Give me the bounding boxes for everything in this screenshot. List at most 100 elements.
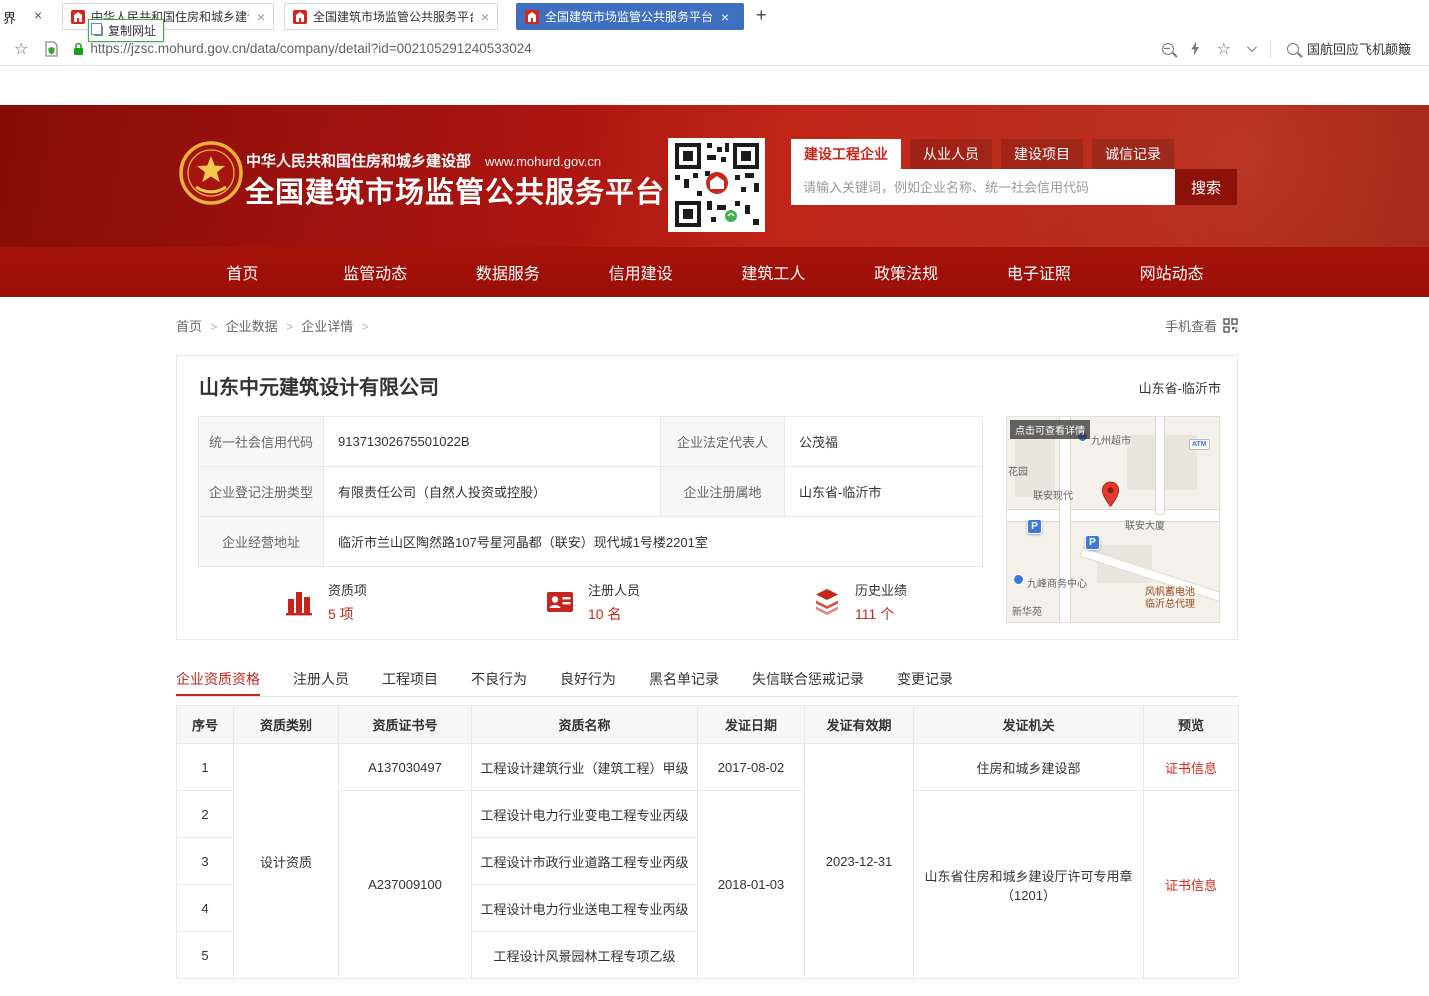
certificate-info-link[interactable]: 证书信息: [1165, 761, 1217, 776]
keyword-search-input[interactable]: [791, 169, 1175, 205]
search-button[interactable]: 搜索: [1175, 169, 1237, 205]
nav-item-e-license[interactable]: 电子证照: [973, 247, 1106, 297]
search-tab-personnel[interactable]: 从业人员: [910, 139, 992, 169]
nav-item-credit[interactable]: 信用建设: [574, 247, 707, 297]
search-tab-enterprise[interactable]: 建设工程企业: [791, 139, 901, 169]
tab-bad-behavior[interactable]: 不良行为: [471, 664, 527, 696]
tab-good-behavior[interactable]: 良好行为: [560, 664, 616, 696]
nav-item-workers[interactable]: 建筑工人: [707, 247, 840, 297]
browser-tab-3-active[interactable]: 全国建筑市场监管公共服务平台: [516, 3, 744, 30]
zoom-out-icon[interactable]: [1162, 43, 1174, 55]
cell-seq: 3: [177, 838, 234, 885]
reg-type-label: 企业登记注册类型: [199, 467, 324, 517]
tab-blacklist[interactable]: 黑名单记录: [649, 664, 719, 696]
header-search: 建设工程企业 从业人员 建设项目 诚信记录 搜索: [791, 139, 1237, 205]
atm-marker: ATM: [1189, 439, 1210, 450]
search-tab-project[interactable]: 建设项目: [1001, 139, 1083, 169]
hot-search-text: 国航回应飞机颠簸: [1307, 39, 1411, 58]
qualification-table: 序号 资质类别 资质证书号 资质名称 发证日期 发证有效期 发证机关 预览 1 …: [176, 705, 1239, 979]
table-row: 1 设计资质 A137030497 工程设计建筑行业（建筑工程）甲级 2017-…: [177, 744, 1239, 791]
breadcrumb-company-data[interactable]: 企业数据: [226, 316, 302, 335]
col-authority: 发证机关: [914, 706, 1144, 744]
nav-item-data-service[interactable]: 数据服务: [442, 247, 575, 297]
url-text[interactable]: https://jzsc.mohurd.gov.cn/data/company/…: [90, 41, 531, 56]
tab-close-icon[interactable]: [257, 10, 265, 24]
cell-name: 工程设计电力行业变电工程专业丙级: [472, 791, 698, 838]
bookmark-star-icon[interactable]: [14, 39, 28, 59]
breadcrumb-company-detail: 企业详情: [301, 316, 377, 335]
copy-icon: [94, 26, 103, 36]
map-hint-label: 点击可查看详情: [1010, 420, 1090, 439]
address-label: 企业经营地址: [199, 517, 324, 567]
https-lock-icon: [73, 42, 84, 56]
map-label-lianan-modern: 联安现代: [1033, 487, 1073, 502]
map-label-xinhuayuan: 新华苑: [1012, 603, 1042, 618]
breadcrumb-home[interactable]: 首页: [176, 316, 226, 335]
col-category: 资质类别: [234, 706, 339, 744]
tab-close-icon[interactable]: [481, 10, 489, 24]
tab-close-icon[interactable]: [721, 10, 729, 24]
tab-projects[interactable]: 工程项目: [382, 664, 438, 696]
tab-registered-personnel[interactable]: 注册人员: [293, 664, 349, 696]
tooltip-label: 复制网址: [108, 22, 156, 39]
map-label-battery-line1: 风帆蓄电池: [1145, 587, 1195, 598]
stat-qualifications: 资质项 5 项: [285, 580, 367, 624]
search-input-row: 搜索: [791, 169, 1237, 205]
company-location-map[interactable]: 点击可查看详情 九州超市 ATM 花园 联安现代 联安大厦 P P 九峰商务中心…: [1006, 416, 1220, 623]
personnel-icon: [545, 587, 575, 617]
stat-value: 10 名: [588, 604, 640, 624]
mobile-view-link[interactable]: 手机查看: [1165, 316, 1238, 335]
background-window-close-icon[interactable]: ×: [34, 7, 42, 23]
favorite-star-icon[interactable]: [1217, 39, 1231, 59]
tab-dishonesty-records[interactable]: 失信联合惩戒记录: [752, 664, 864, 696]
search-icon: [1287, 43, 1299, 55]
search-tab-credit[interactable]: 诚信记录: [1092, 139, 1174, 169]
cell-issue-date: 2018-01-03: [698, 791, 805, 979]
site-favicon-icon: [293, 10, 307, 24]
map-label-supermarket: 九州超市: [1091, 432, 1131, 447]
map-road: [1155, 416, 1165, 515]
nav-item-policy[interactable]: 政策法规: [840, 247, 973, 297]
legal-rep-value: 公茂福: [785, 417, 983, 467]
reg-type-value: 有限责任公司（自然人投资或控股）: [324, 467, 661, 517]
map-label-battery: 风帆蓄电池 临沂总代理: [1145, 587, 1195, 611]
stat-label: 历史业绩: [855, 580, 907, 599]
background-window-fragment: 界: [3, 8, 16, 27]
certificate-info-link[interactable]: 证书信息: [1165, 878, 1217, 893]
reg-region-label: 企业注册属地: [661, 467, 785, 517]
company-region: 山东省-临沂市: [1139, 378, 1221, 397]
tab-qualifications[interactable]: 企业资质资格: [176, 664, 260, 696]
parking-icon: P: [1027, 519, 1042, 534]
nav-item-home[interactable]: 首页: [176, 247, 309, 297]
ministry-line: 中华人民共和国住房和城乡建设部www.mohurd.gov.cn: [246, 150, 601, 171]
cell-authority: 住房和城乡建设部: [914, 744, 1144, 791]
browser-tab-strip: 界 × 中华人民共和国住房和城乡建设 全国建筑市场监管公共服务平台 全国建筑市场…: [0, 0, 1429, 32]
map-pin-icon: [1101, 481, 1120, 513]
map-road: [1059, 416, 1071, 623]
browser-tab-2[interactable]: 全国建筑市场监管公共服务平台: [284, 3, 498, 30]
business-center-marker-icon: [1013, 574, 1024, 585]
browser-hot-search[interactable]: 国航回应飞机颠簸: [1287, 39, 1429, 58]
stat-registered-personnel: 注册人员 10 名: [545, 580, 640, 624]
address-value: 临沂市兰山区陶然路107号星河晶都（联安）现代城1号楼2201室: [324, 517, 983, 567]
tab-change-records[interactable]: 变更记录: [897, 664, 953, 696]
flash-icon[interactable]: [1190, 41, 1201, 56]
nav-item-supervision[interactable]: 监管动态: [309, 247, 442, 297]
company-info-table: 统一社会信用代码 91371302675501022B 企业法定代表人 公茂福 …: [198, 416, 982, 567]
divider: [1270, 40, 1271, 58]
national-emblem-logo: [179, 141, 243, 205]
copy-url-tooltip[interactable]: 复制网址: [88, 19, 164, 42]
cell-name: 工程设计电力行业送电工程专业丙级: [472, 885, 698, 932]
site-header-banner: 中华人民共和国住房和城乡建设部www.mohurd.gov.cn 全国建筑市场监…: [0, 105, 1429, 247]
stat-label: 资质项: [328, 580, 367, 599]
credit-code-label: 统一社会信用代码: [199, 417, 324, 467]
cell-category: 设计资质: [234, 744, 339, 979]
performance-icon: [812, 587, 842, 617]
nav-item-site-news[interactable]: 网站动态: [1105, 247, 1238, 297]
chevron-down-icon[interactable]: [1247, 42, 1257, 52]
new-tab-button[interactable]: [756, 5, 767, 26]
cell-seq: 5: [177, 932, 234, 979]
breadcrumb: 首页 企业数据 企业详情 手机查看: [176, 316, 1238, 335]
page-shield-icon[interactable]: [44, 41, 59, 57]
search-category-tabs: 建设工程企业 从业人员 建设项目 诚信记录: [791, 139, 1237, 169]
